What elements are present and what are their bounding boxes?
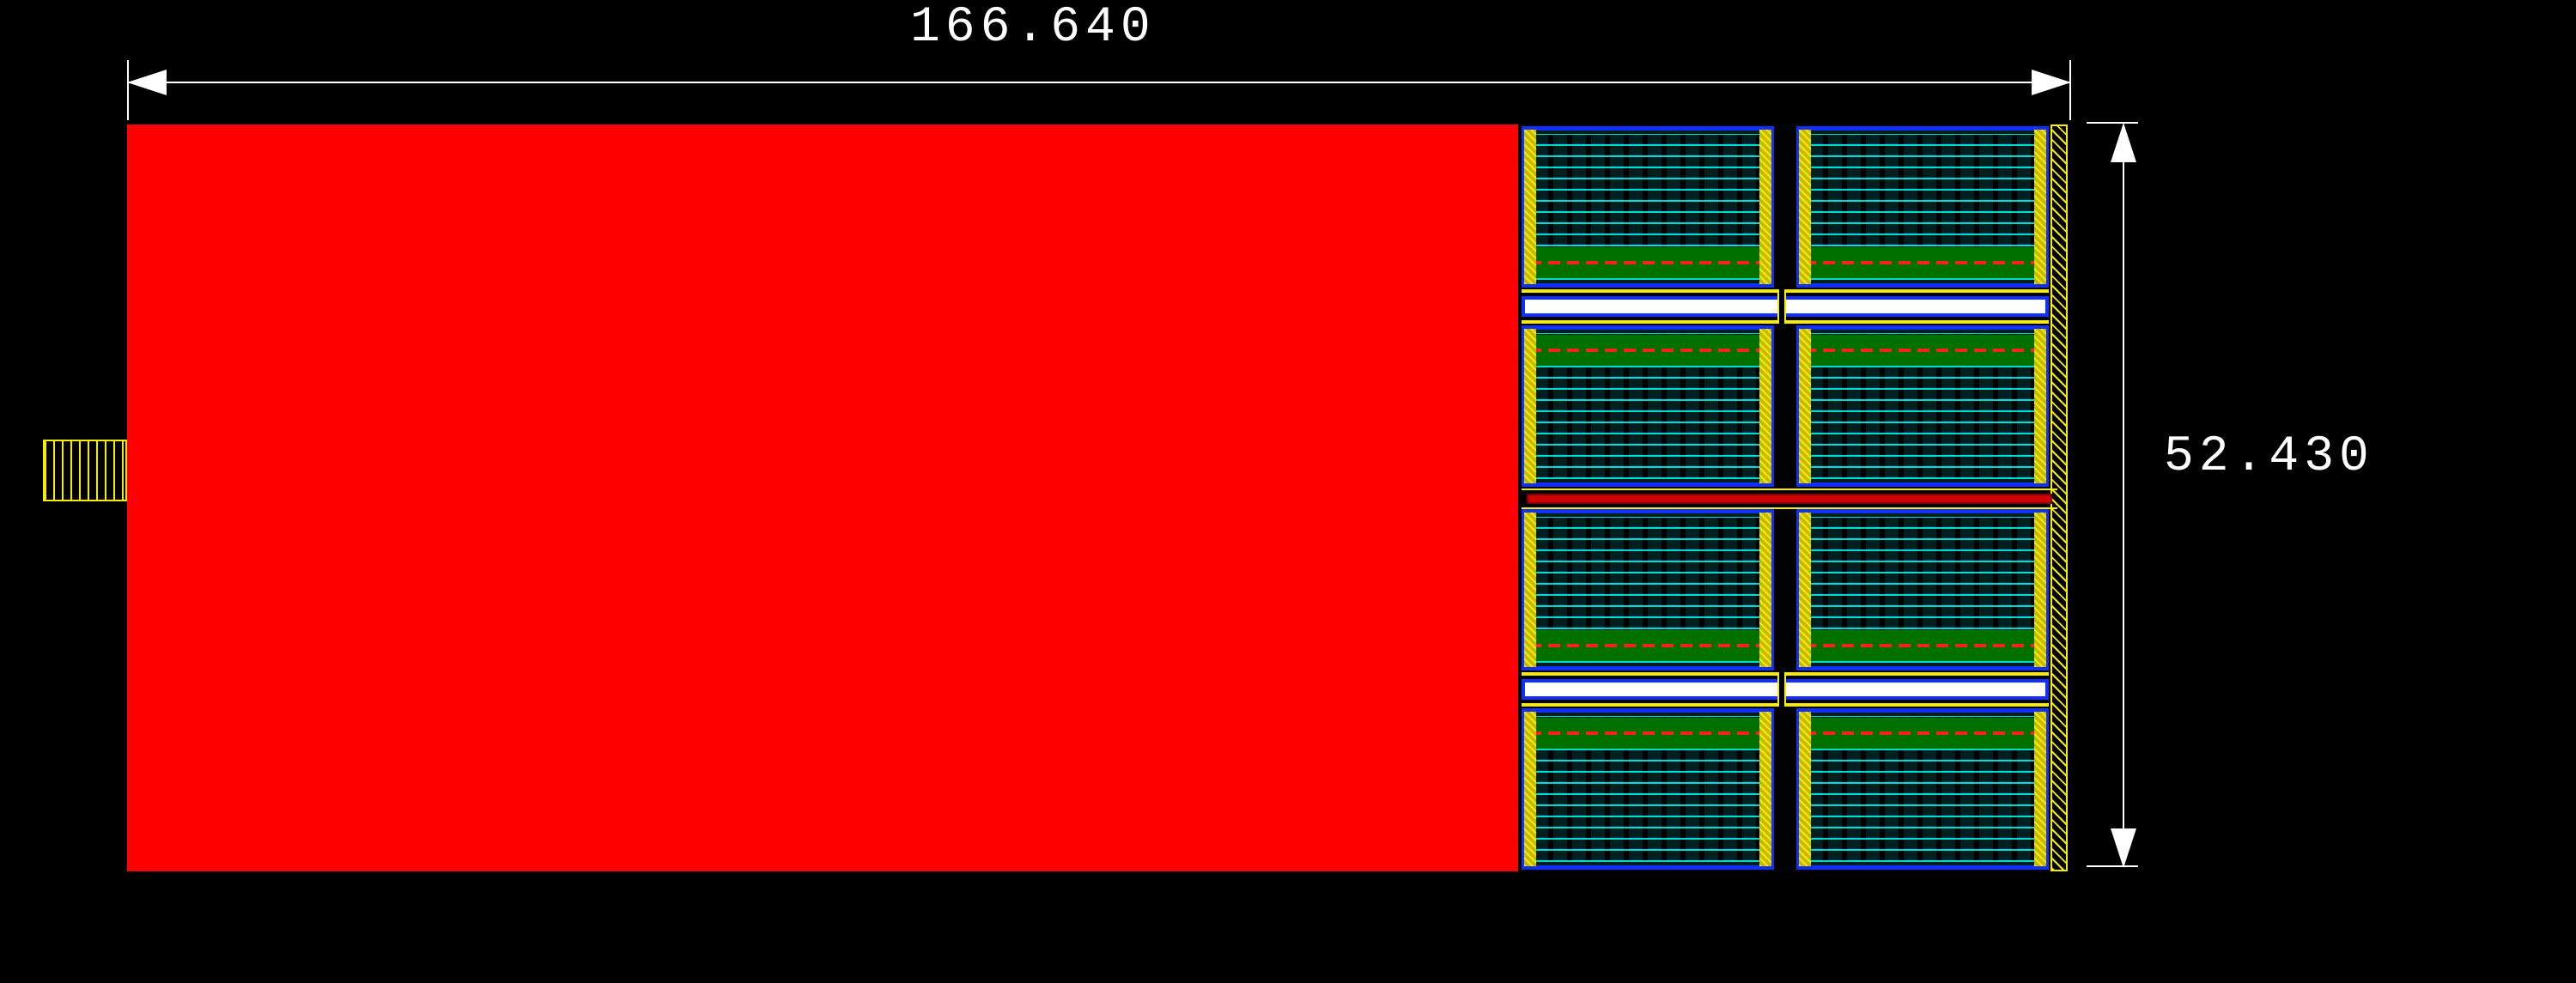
poly-gate bbox=[1799, 329, 1811, 483]
poly-gate bbox=[1524, 513, 1536, 667]
poly-gate bbox=[2034, 329, 2046, 483]
nwell-band bbox=[1529, 335, 1766, 366]
poly-gate bbox=[1799, 513, 1811, 667]
array-cell bbox=[1796, 509, 2049, 671]
center-bus bbox=[1522, 488, 2057, 509]
row-bus bbox=[1522, 672, 2049, 707]
width-extension-right bbox=[2069, 60, 2071, 120]
nwell-band bbox=[1529, 630, 1766, 661]
array-row bbox=[1522, 509, 2049, 671]
array-cell bbox=[1522, 325, 1774, 487]
input-pad bbox=[43, 440, 127, 501]
poly-gate bbox=[2034, 130, 2046, 284]
array-bottom-half bbox=[1522, 509, 2049, 870]
layout-canvas: 166.640 52.430 bbox=[0, 0, 2576, 983]
array-row bbox=[1522, 325, 2049, 487]
poly-gate bbox=[1759, 513, 1771, 667]
poly-gate bbox=[1524, 130, 1536, 284]
bus-cut bbox=[1777, 289, 1786, 324]
poly-gate bbox=[1799, 712, 1811, 866]
center-bus-metal bbox=[1527, 494, 2052, 504]
poly-gate bbox=[1759, 130, 1771, 284]
poly-gate bbox=[1759, 712, 1771, 866]
array-cell bbox=[1522, 708, 1774, 870]
poly-gate bbox=[1524, 712, 1536, 866]
poly-gate bbox=[1524, 329, 1536, 483]
array-cell bbox=[1796, 325, 2049, 487]
array-cell bbox=[1796, 126, 2049, 288]
height-extension-top bbox=[2087, 122, 2138, 124]
array-top-half bbox=[1522, 126, 2049, 487]
row-bus bbox=[1522, 289, 2049, 324]
nwell-band bbox=[1529, 718, 1766, 749]
nwell-band bbox=[1529, 247, 1766, 278]
nwell-band bbox=[1804, 335, 2041, 366]
metal-plate bbox=[127, 124, 1518, 871]
height-dimension-arrow bbox=[2123, 124, 2124, 866]
poly-gate bbox=[2034, 712, 2046, 866]
height-dimension: 52.430 bbox=[2164, 429, 2374, 485]
width-dimension-arrow bbox=[129, 82, 2069, 83]
poly-gate bbox=[1759, 329, 1771, 483]
width-extension-left bbox=[127, 60, 129, 120]
nwell-band bbox=[1804, 718, 2041, 749]
bus-cut bbox=[1777, 672, 1786, 707]
array-row bbox=[1522, 708, 2049, 870]
input-pad-hatch bbox=[45, 441, 125, 500]
transistor-array bbox=[1518, 124, 2068, 871]
array-row bbox=[1522, 126, 2049, 288]
width-dimension: 166.640 bbox=[910, 0, 1156, 56]
nwell-band bbox=[1804, 247, 2041, 278]
poly-gate bbox=[2034, 513, 2046, 667]
array-cell bbox=[1522, 509, 1774, 671]
array-cell bbox=[1796, 708, 2049, 870]
array-cell bbox=[1522, 126, 1774, 288]
poly-gate bbox=[1799, 130, 1811, 284]
height-extension-bottom bbox=[2087, 865, 2138, 867]
nwell-band bbox=[1804, 630, 2041, 661]
